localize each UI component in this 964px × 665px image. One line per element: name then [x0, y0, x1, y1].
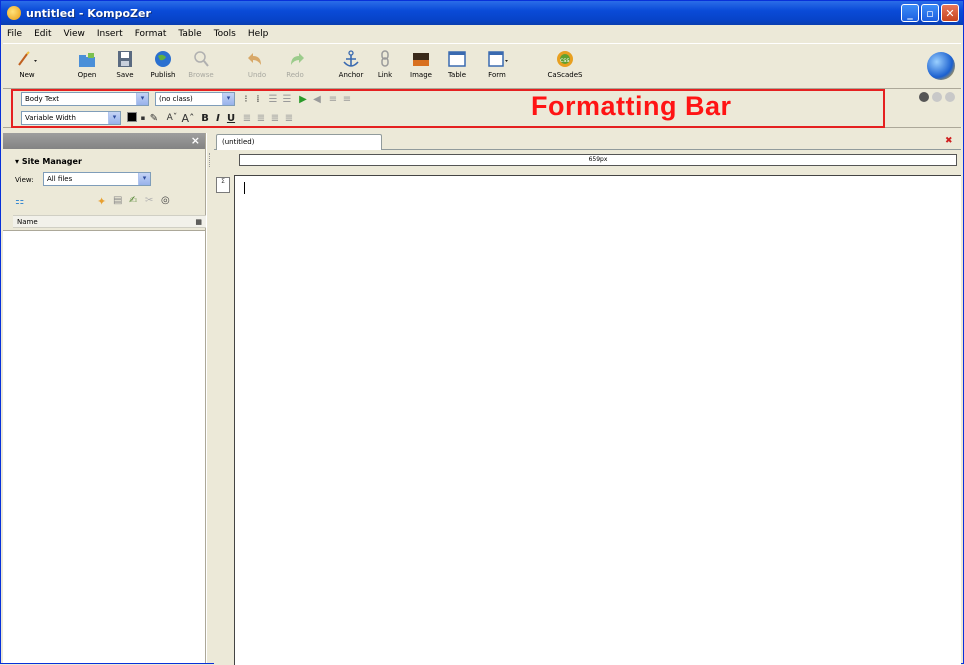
menu-insert[interactable]: Insert [97, 29, 123, 39]
body-tag-marker: Σ [216, 177, 230, 193]
publish-button[interactable]: Publish [145, 50, 181, 86]
publish-globe-icon [152, 50, 174, 68]
link-chain-icon [374, 50, 396, 68]
browse-button[interactable]: Browse [183, 50, 219, 86]
open-folder-icon [76, 50, 98, 68]
edit-site-icon[interactable]: ▤ [113, 195, 122, 206]
sidebar-splitter[interactable] [206, 133, 214, 663]
title-bar: untitled - KompoZer _ ▫ ✕ [1, 1, 963, 25]
name-column-header[interactable]: Name ▦ [13, 215, 206, 228]
close-tab-icon[interactable]: ✖ [945, 136, 955, 146]
image-button[interactable]: Image [403, 50, 439, 86]
column-picker-icon[interactable]: ▦ [195, 216, 202, 228]
validate-icon[interactable] [945, 92, 955, 102]
window-title: untitled - KompoZer [26, 6, 151, 20]
formatting-bar-highlight [11, 89, 885, 128]
document-tab-strip: (untitled) ✖ [214, 133, 961, 150]
form-icon [486, 50, 508, 68]
table-icon [446, 50, 468, 68]
menu-format[interactable]: Format [135, 29, 167, 39]
rename-icon[interactable]: ✍ [129, 195, 137, 206]
view-filter-select[interactable]: All files ▾ [43, 172, 151, 186]
site-manager-panel: × ▾ Site Manager View: All files ▾ ⚏ ✦ ▤… [3, 133, 206, 663]
anchor-button[interactable]: Anchor [333, 50, 369, 86]
kompozer-throbber-icon [927, 52, 955, 80]
menu-file[interactable]: File [7, 29, 22, 39]
close-button[interactable]: ✕ [941, 4, 959, 22]
html-tidy-icon[interactable] [919, 92, 929, 102]
collapse-arrow-icon: ▾ [15, 157, 22, 166]
composition-toolbar: New Open Save Publish Browse Undo Redo A… [3, 43, 961, 89]
sidebar-header: × [3, 133, 205, 149]
menu-bar: File Edit View Insert Format Table Tools… [1, 25, 963, 42]
chevron-down-icon: ▾ [138, 173, 150, 185]
redo-button[interactable]: Redo [277, 50, 313, 86]
formatting-bar-annotation: Formatting Bar [531, 91, 732, 121]
app-window: untitled - KompoZer _ ▫ ✕ File Edit View… [0, 0, 964, 665]
width-ruler: 659px [239, 154, 957, 166]
menu-view[interactable]: View [64, 29, 85, 39]
site-manager-icon-row: ⚏ ✦ ▤ ✍ ✂ ◎ [15, 194, 197, 210]
new-button[interactable]: New [9, 50, 45, 86]
open-button[interactable]: Open [69, 50, 105, 86]
site-tree-icon[interactable]: ⚏ [15, 196, 24, 207]
menu-table[interactable]: Table [178, 29, 201, 39]
save-button[interactable]: Save [107, 50, 143, 86]
svg-text:css: css [560, 57, 570, 64]
menu-tools[interactable]: Tools [214, 29, 236, 39]
editor-canvas[interactable] [234, 175, 961, 665]
site-manager-controls: ▾ Site Manager View: All files ▾ ⚏ ✦ ▤ ✍… [3, 149, 206, 231]
new-page-icon [16, 50, 38, 68]
close-sidebar-icon[interactable]: × [191, 134, 200, 147]
menu-edit[interactable]: Edit [34, 29, 51, 39]
new-site-folder-icon[interactable]: ✦ [97, 195, 106, 208]
minimize-button[interactable]: _ [901, 4, 919, 22]
delete-icon[interactable]: ✂ [145, 195, 153, 206]
image-icon [410, 50, 432, 68]
anchor-icon [340, 50, 362, 68]
sidebar-toggle-icons [919, 92, 955, 102]
redo-arrow-icon [284, 50, 306, 68]
cascades-css-icon: css [554, 50, 576, 68]
spellcheck-icon[interactable] [932, 92, 942, 102]
table-button[interactable]: Table [439, 50, 475, 86]
menu-help[interactable]: Help [248, 29, 269, 39]
undo-arrow-icon [246, 50, 268, 68]
splitter-grip[interactable] [209, 153, 212, 167]
browse-magnifier-icon [190, 50, 212, 68]
link-button[interactable]: Link [367, 50, 403, 86]
view-label: View: [15, 176, 34, 184]
save-disk-icon [114, 50, 136, 68]
undo-button[interactable]: Undo [239, 50, 275, 86]
site-manager-title[interactable]: ▾ Site Manager [15, 157, 82, 166]
cascades-button[interactable]: css CaScadeS [543, 50, 587, 86]
form-button[interactable]: Form [479, 50, 515, 86]
tab-untitled[interactable]: (untitled) [216, 134, 382, 150]
text-caret [244, 182, 245, 194]
kompozer-app-icon [7, 6, 21, 20]
maximize-button[interactable]: ▫ [921, 4, 939, 22]
refresh-icon[interactable]: ◎ [161, 195, 170, 206]
